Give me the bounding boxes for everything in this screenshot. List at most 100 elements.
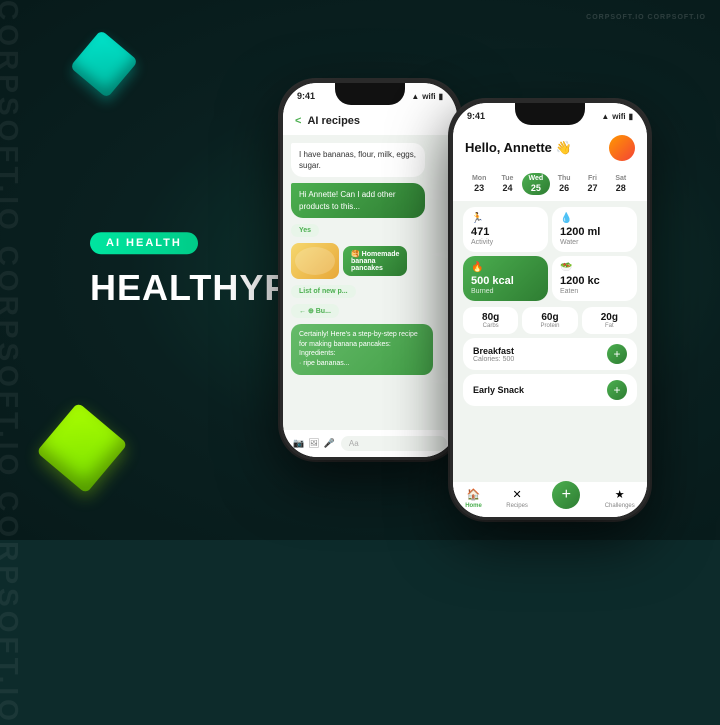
phone-notch-right: [515, 103, 585, 125]
wifi-icon-right: wifi: [612, 112, 625, 121]
breakfast-card: Breakfast Calories: 500 +: [463, 338, 637, 370]
day-num-fri: 27: [587, 183, 597, 193]
breakfast-info: Breakfast Calories: 500: [473, 346, 514, 363]
nav-add-button[interactable]: +: [552, 481, 580, 509]
phone-notch-left: [335, 83, 405, 105]
home-label: Home: [465, 503, 482, 509]
day-thu[interactable]: Thu 26: [550, 173, 578, 195]
nav-recipes[interactable]: ✕ Recipes: [506, 488, 528, 509]
back-option-button[interactable]: ← ⊕ Bu...: [291, 304, 339, 318]
day-num-sat: 28: [616, 183, 626, 193]
day-sat[interactable]: Sat 28: [607, 173, 635, 195]
chat-placeholder: Aa: [349, 439, 359, 448]
burned-card: 🔥 500 kcal Burned: [463, 256, 548, 301]
pancake-image: [291, 243, 339, 279]
day-name-fri: Fri: [588, 175, 597, 182]
day-name-thu: Thu: [558, 175, 571, 182]
week-navigation: Mon 23 Tue 24 Wed 25 Thu 26: [453, 169, 647, 201]
chat-action-icons: 📷 🖼 🎤: [293, 438, 335, 449]
breakfast-name: Breakfast: [473, 346, 514, 356]
chat-input[interactable]: Aa: [341, 436, 447, 451]
snack-name: Early Snack: [473, 385, 524, 395]
dashboard-header: Hello, Annette 👋: [453, 125, 647, 169]
nav-home[interactable]: 🏠 Home: [465, 488, 482, 509]
yes-button[interactable]: Yes: [291, 224, 319, 237]
eaten-value: 1200 kc: [560, 275, 629, 287]
wifi-icon: wifi: [422, 92, 435, 101]
fat-card: 20g Fat: [582, 307, 637, 334]
status-icons-right: ▲ wifi ▮: [601, 112, 633, 121]
home-icon: 🏠: [467, 488, 481, 501]
water-label: Water: [560, 239, 629, 246]
day-name-sat: Sat: [615, 175, 626, 182]
eaten-label: Eaten: [560, 288, 629, 295]
stats-grid: 🏃 471 Activity 💧 1200 ml Water 🔥 500 kca…: [453, 201, 647, 307]
day-fri[interactable]: Fri 27: [578, 173, 606, 195]
left-phone: 9:41 ▲ wifi ▮ < AI recipes I have banana…: [280, 80, 460, 460]
fat-value: 20g: [590, 312, 629, 323]
right-phone-screen: 9:41 ▲ wifi ▮ Hello, Annette 👋: [453, 103, 647, 517]
status-icons-left: ▲ wifi ▮: [411, 92, 443, 101]
carbs-value: 80g: [471, 312, 510, 323]
water-icon: 💧: [560, 213, 629, 224]
day-tue[interactable]: Tue 24: [493, 173, 521, 195]
day-num-wed: 25: [531, 183, 541, 193]
burned-value: 500 kcal: [471, 275, 540, 287]
recipe-step-text: Certainly! Here's a step-by-step recipe …: [299, 331, 418, 367]
list-products-button[interactable]: List of new p...: [291, 285, 356, 298]
back-button[interactable]: <: [295, 115, 301, 127]
day-num-thu: 26: [559, 183, 569, 193]
chat-message-user: I have bananas, flour, milk, eggs, sugar…: [291, 143, 425, 177]
challenges-icon: ★: [615, 488, 625, 501]
challenges-label: Challenges: [605, 503, 635, 509]
protein-label: Protein: [530, 323, 569, 329]
snack-info: Early Snack: [473, 385, 524, 395]
phones-container: 9:41 ▲ wifi ▮ < AI recipes I have banana…: [280, 20, 700, 520]
battery-icon-right: ▮: [629, 112, 633, 121]
signal-icon-right: ▲: [601, 112, 609, 121]
greeting-text: Hello, Annette 👋: [465, 140, 572, 156]
ai-health-badge: AI HEALTH: [90, 232, 198, 254]
snack-add-button[interactable]: +: [607, 380, 627, 400]
bottom-navigation: 🏠 Home ✕ Recipes + ★ Challenges: [453, 482, 647, 517]
day-num-mon: 23: [474, 183, 484, 193]
status-time-left: 9:41: [297, 91, 315, 101]
mic-icon[interactable]: 🎤: [324, 438, 335, 449]
chat-message-bot: Hi Annette! Can I add other products to …: [291, 183, 425, 217]
signal-icon: ▲: [411, 92, 419, 101]
breakfast-add-button[interactable]: +: [607, 344, 627, 364]
day-name-mon: Mon: [472, 175, 486, 182]
right-phone: 9:41 ▲ wifi ▮ Hello, Annette 👋: [450, 100, 650, 520]
burned-icon: 🔥: [471, 262, 540, 273]
status-time-right: 9:41: [467, 111, 485, 121]
image-icon[interactable]: 🖼: [308, 438, 319, 449]
user-avatar[interactable]: [609, 135, 635, 161]
day-mon[interactable]: Mon 23: [465, 173, 493, 195]
day-wed-active[interactable]: Wed 25: [522, 173, 550, 195]
pancake-result-row: 🥞 Homemadebananapancakes: [291, 243, 449, 279]
meals-section: Breakfast Calories: 500 + Early Snack +: [453, 338, 647, 406]
recipe-step-card: Certainly! Here's a step-by-step recipe …: [291, 324, 433, 375]
recipe-label: 🥞 Homemadebananapancakes: [343, 246, 407, 276]
recipes-nav-label: Recipes: [506, 503, 528, 509]
water-card: 💧 1200 ml Water: [552, 207, 637, 252]
eaten-icon: 🥗: [560, 262, 629, 273]
chat-area: I have bananas, flour, milk, eggs, sugar…: [283, 135, 457, 430]
chat-user-text: I have bananas, flour, milk, eggs, sugar…: [299, 150, 416, 170]
activity-label: Activity: [471, 239, 540, 246]
carbs-label: Carbs: [471, 323, 510, 329]
camera-icon[interactable]: 📷: [293, 438, 304, 449]
fat-label: Fat: [590, 323, 629, 329]
early-snack-card: Early Snack +: [463, 374, 637, 406]
recipes-icon: ✕: [512, 488, 521, 501]
activity-card: 🏃 471 Activity: [463, 207, 548, 252]
chat-bot-text: Hi Annette! Can I add other products to …: [299, 190, 396, 210]
nav-challenges[interactable]: ★ Challenges: [605, 488, 635, 509]
eaten-card: 🥗 1200 kc Eaten: [552, 256, 637, 301]
activity-icon: 🏃: [471, 213, 540, 224]
protein-card: 60g Protein: [522, 307, 577, 334]
chat-input-bar: 📷 🖼 🎤 Aa: [283, 430, 457, 457]
watermark-text: CORPSOFT.IO CORPSOFT.IO: [586, 14, 706, 21]
day-num-tue: 24: [502, 183, 512, 193]
left-phone-screen: 9:41 ▲ wifi ▮ < AI recipes I have banana…: [283, 83, 457, 457]
